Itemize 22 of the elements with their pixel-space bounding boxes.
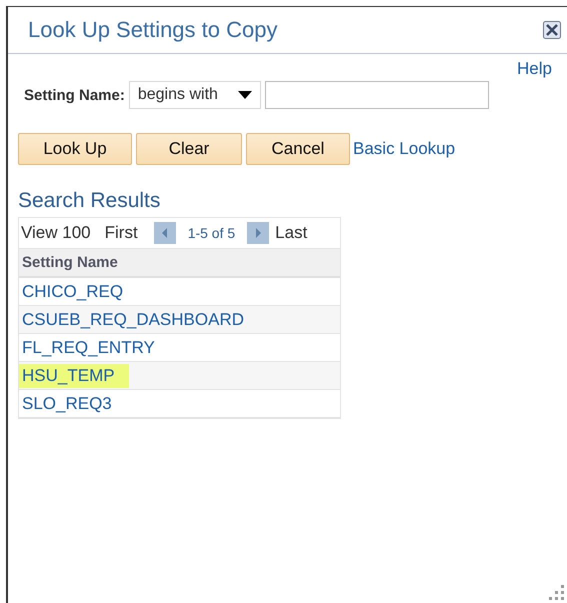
help-link[interactable]: Help [517, 59, 552, 79]
close-icon[interactable] [543, 21, 561, 39]
result-link[interactable]: FL_REQ_ENTRY [19, 336, 169, 360]
last-link[interactable]: Last [275, 223, 308, 243]
field-label: Setting Name: [24, 86, 125, 104]
basic-lookup-link[interactable]: Basic Lookup [353, 139, 456, 159]
operator-dropdown[interactable]: begins with [128, 81, 261, 109]
column-header: Setting Name [19, 248, 340, 278]
section-title: Search Results [18, 189, 162, 213]
page-range: 1-5 of 5 [188, 225, 236, 241]
result-link[interactable]: CHICO_REQ [19, 280, 138, 304]
result-link[interactable]: SLO_REQ3 [19, 392, 126, 416]
search-field[interactable] [264, 81, 489, 109]
resize-grip-icon[interactable] [548, 584, 564, 600]
first-link[interactable]: First [104, 223, 138, 243]
view-link[interactable]: View 100 [21, 223, 91, 243]
action-button[interactable]: Clear [136, 133, 242, 165]
dropdown-arrow-icon [238, 91, 252, 99]
action-button[interactable]: Look Up [18, 133, 132, 165]
window-title: Look Up Settings to Copy [28, 17, 278, 43]
result-link[interactable]: HSU_TEMP [19, 364, 129, 388]
action-button[interactable]: Cancel [246, 133, 350, 165]
